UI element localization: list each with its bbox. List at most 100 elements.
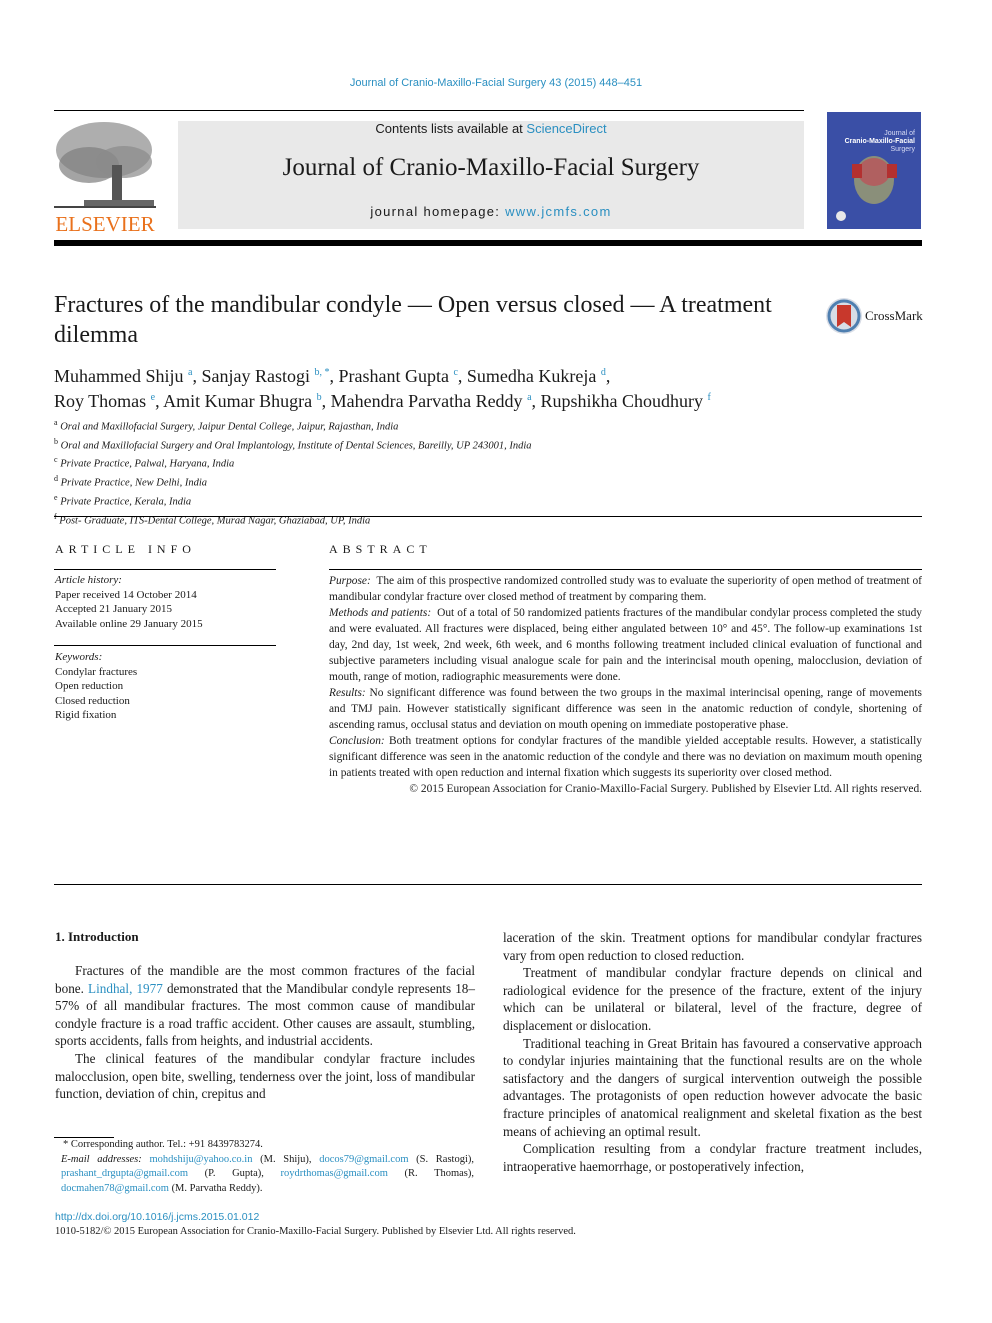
- email-link[interactable]: docmahen78@gmail.com: [61, 1183, 169, 1194]
- abstract-heading: ABSTRACT: [329, 542, 432, 556]
- affiliation: f Post- Graduate, ITS-Dental College, Mu…: [54, 510, 814, 529]
- author-affiliation-marker[interactable]: a: [527, 392, 531, 403]
- keyword: Open reduction: [55, 680, 124, 692]
- affiliation-key: b: [54, 436, 58, 446]
- skull-illustration-icon: [836, 156, 897, 221]
- author-name: Prashant Gupta: [338, 366, 449, 386]
- body-paragraph: Complication resulting from a condylar f…: [503, 1141, 922, 1174]
- journal-masthead: Contents lists available at ScienceDirec…: [178, 121, 804, 229]
- email-link[interactable]: prashant_drgupta@gmail.com: [61, 1168, 188, 1179]
- history-item: Paper received 14 October 2014: [55, 588, 197, 601]
- email-owner: (M. Shiju),: [260, 1153, 312, 1165]
- author-affiliation-marker[interactable]: b: [317, 392, 322, 403]
- header-thick-rule: [54, 240, 922, 246]
- affiliation-text: Private Practice, Palwal, Haryana, India: [60, 458, 235, 470]
- email-label: E-mail addresses:: [61, 1153, 142, 1165]
- author-affiliation-marker[interactable]: d: [601, 367, 606, 378]
- reference-link-lindhal[interactable]: Lindhal, 1977: [88, 981, 163, 996]
- keyword: Condylar fractures: [55, 665, 138, 678]
- contents-prefix: Contents lists available at: [375, 121, 527, 136]
- issn-copyright: 1010-5182/© 2015 European Association fo…: [55, 1226, 576, 1237]
- section-rule: [54, 516, 922, 517]
- abstract-section-text: The aim of this prospective randomized c…: [329, 575, 922, 603]
- author-affiliation-marker[interactable]: e: [151, 392, 155, 403]
- elsevier-wordmark: ELSEVIER: [55, 212, 155, 236]
- affiliation-key: a: [54, 418, 58, 427]
- affiliation-key: c: [54, 455, 58, 465]
- affiliations: a Oral and Maxillofacial Surgery, Jaipur…: [54, 416, 814, 528]
- author-affiliation-marker[interactable]: a: [188, 367, 192, 378]
- crossmark-badge[interactable]: CrossMark: [825, 297, 925, 335]
- abstract-bottom-rule: [54, 884, 922, 885]
- abstract-section-label: Methods and patients:: [329, 607, 432, 619]
- abstract-body: Purpose: The aim of this prospective ran…: [329, 573, 922, 797]
- doi-link[interactable]: http://dx.doi.org/10.1016/j.jcms.2015.01…: [55, 1211, 259, 1223]
- email-owner: (S. Rastogi),: [416, 1153, 475, 1165]
- keyword: Closed reduction: [55, 694, 130, 707]
- email-link[interactable]: roydrthomas@gmail.com: [281, 1168, 388, 1179]
- abstract-section-label: Conclusion:: [329, 735, 385, 747]
- email-owner: (P. Gupta),: [204, 1168, 264, 1179]
- author[interactable]: Rupshikha Choudhury f: [541, 391, 711, 411]
- journal-cover[interactable]: Journal of Cranio-Maxillo-Facial Surgery: [827, 112, 921, 229]
- corresponding-footnote: * Corresponding author. Tel.: +91 843978…: [55, 1138, 474, 1196]
- article-history: Article history: Paper received 14 Octob…: [55, 573, 277, 631]
- section-heading-introduction: 1. Introduction: [55, 929, 139, 944]
- affiliation: a Oral and Maxillofacial Surgery, Jaipur…: [54, 416, 814, 435]
- affiliation-text: Private Practice, New Delhi, India: [60, 477, 208, 489]
- body-paragraph: Fractures of the mandible are the most c…: [55, 962, 475, 1050]
- author[interactable]: Amit Kumar Bhugra b: [163, 391, 321, 411]
- author-affiliation-marker[interactable]: f: [708, 392, 711, 403]
- history-item: Available online 29 January 2015: [55, 617, 203, 630]
- email-link[interactable]: mohdshiju@yahoo.co.in: [149, 1154, 252, 1165]
- homepage-link[interactable]: www.jcmfs.com: [505, 204, 611, 219]
- article-info-heading: ARTICLE INFO: [55, 542, 196, 556]
- journal-citation[interactable]: Journal of Cranio-Maxillo-Facial Surgery…: [0, 77, 992, 89]
- author[interactable]: Sanjay Rastogi b, *: [201, 366, 329, 386]
- author-name: Rupshikha Choudhury: [540, 391, 704, 411]
- affiliation: b Oral and Maxillofacial Surgery and Ora…: [54, 435, 814, 454]
- abstract-section-label: Purpose:: [329, 575, 371, 587]
- body-paragraph: Treatment of mandibular condylar fractur…: [503, 965, 922, 1033]
- abstract-section-text: Both treatment options for condylar frac…: [329, 735, 922, 779]
- author-name: Amit Kumar Bhugra: [163, 391, 313, 411]
- homepage-prefix: journal homepage:: [370, 204, 506, 219]
- author-affiliation-marker[interactable]: b, *: [314, 367, 329, 378]
- author[interactable]: Muhammed Shiju a: [54, 366, 192, 386]
- affiliation-text: Private Practice, Kerala, India: [60, 496, 192, 508]
- history-item: Accepted 21 January 2015: [55, 603, 172, 615]
- article-title: Fractures of the mandibular condyle — Op…: [54, 292, 772, 348]
- author-list: Muhammed Shiju a, Sanjay Rastogi b, *, P…: [54, 366, 711, 411]
- author[interactable]: Mahendra Parvatha Reddy a: [331, 391, 532, 411]
- author[interactable]: Sumedha Kukreja d: [467, 366, 606, 386]
- body-column-right: laceration of the skin. Treatment option…: [503, 929, 922, 1175]
- email-addresses: E-mail addresses: mohdshiju@yahoo.co.in …: [55, 1153, 474, 1197]
- abstract-section: Results: No significant difference was f…: [329, 685, 922, 733]
- history-label: Article history:: [55, 574, 122, 586]
- corresponding-author: * Corresponding author. Tel.: +91 843978…: [63, 1139, 263, 1150]
- author-name: Muhammed Shiju: [54, 366, 184, 386]
- sciencedirect-link[interactable]: ScienceDirect: [526, 121, 606, 136]
- author[interactable]: Prashant Gupta c: [338, 366, 457, 386]
- journal-title: Journal of Cranio-Maxillo-Facial Surgery: [282, 154, 700, 181]
- author-affiliation-marker[interactable]: c: [453, 367, 457, 378]
- body-paragraph: laceration of the skin. Treatment option…: [503, 930, 922, 963]
- abstract-section: Conclusion: Both treatment options for c…: [329, 733, 922, 781]
- crossmark-icon: [826, 298, 862, 334]
- author[interactable]: Roy Thomas e: [54, 391, 155, 411]
- homepage-line: journal homepage: www.jcmfs.com: [178, 204, 804, 219]
- elsevier-logo: ELSEVIER: [54, 120, 156, 236]
- affiliation: c Private Practice, Palwal, Haryana, Ind…: [54, 453, 814, 472]
- abstract-section-label: Results:: [329, 687, 366, 699]
- body-paragraph: Traditional teaching in Great Britain ha…: [503, 1035, 922, 1139]
- affiliation-key: e: [54, 492, 58, 502]
- keyword: Rigid fixation: [55, 709, 117, 721]
- email-link[interactable]: docos79@gmail.com: [319, 1154, 408, 1165]
- crossmark-label: CrossMark: [865, 308, 923, 323]
- author-name: Mahendra Parvatha Reddy: [330, 391, 523, 411]
- affiliation: e Private Practice, Kerala, India: [54, 491, 814, 510]
- keywords-label: Keywords:: [55, 651, 103, 663]
- abstract-copyright: © 2015 European Association for Cranio-M…: [409, 783, 922, 795]
- abstract-section-text: No significant difference was found betw…: [329, 687, 922, 731]
- article-info-rule: [54, 569, 276, 570]
